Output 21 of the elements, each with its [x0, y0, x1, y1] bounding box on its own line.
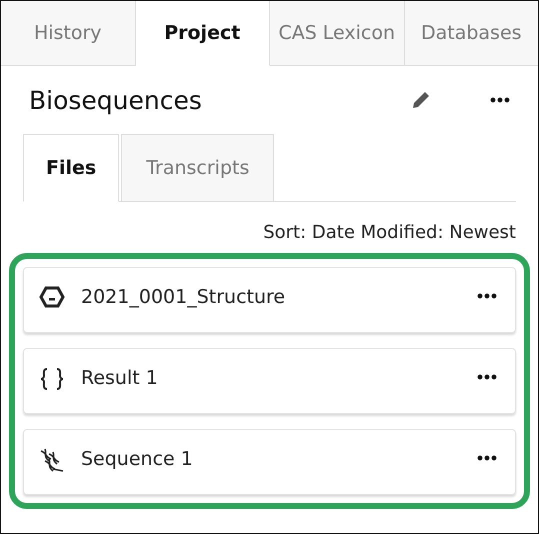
project-title: Biosequences	[29, 86, 203, 114]
tab[interactable]: Project	[136, 1, 270, 66]
file-card[interactable]: Sequence 1	[23, 429, 516, 495]
file-name: Result 1	[81, 367, 159, 389]
sort-label[interactable]: Sort: Date Modified: Newest	[263, 222, 516, 243]
file-card[interactable]: Result 1	[23, 348, 516, 414]
pencil-icon[interactable]	[412, 91, 430, 109]
file-name: 2021_0001_Structure	[81, 286, 286, 308]
tab[interactable]: History	[1, 1, 136, 66]
tab[interactable]: Transcripts	[121, 134, 274, 202]
braces-icon	[39, 367, 65, 391]
more-icon[interactable]	[477, 374, 497, 380]
more-icon[interactable]	[477, 293, 497, 299]
more-icon[interactable]	[490, 97, 510, 103]
hexagon-icon	[39, 286, 65, 308]
file-name: Sequence 1	[81, 448, 194, 470]
more-icon[interactable]	[477, 455, 497, 461]
file-card[interactable]: 2021_0001_Structure	[23, 267, 516, 333]
tab[interactable]: Databases	[404, 1, 538, 66]
tab[interactable]: CAS Lexicon	[270, 1, 404, 66]
tab[interactable]: Files	[23, 134, 120, 202]
